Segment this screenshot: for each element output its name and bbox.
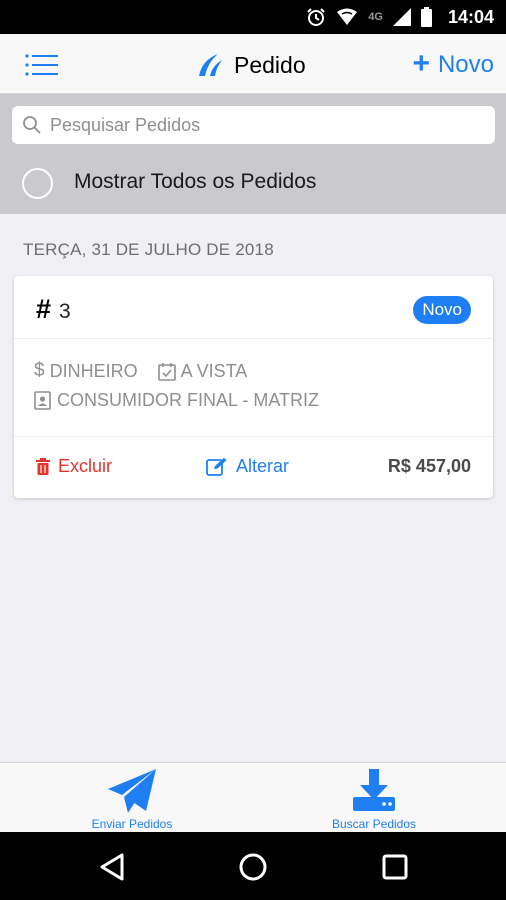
- edit-label: Alterar: [236, 456, 290, 476]
- signal-icon: [392, 8, 411, 26]
- app-logo-icon: [199, 54, 222, 76]
- dollar-icon: $: [34, 360, 45, 381]
- payment-terms: A VISTA: [157, 360, 248, 382]
- list-menu-icon: [25, 54, 58, 76]
- new-order-button[interactable]: + Novo: [412, 47, 494, 80]
- show-all-radio[interactable]: [22, 168, 53, 199]
- order-payment-row: $ DINHEIRO A VISTA: [34, 360, 261, 382]
- header-title: Pedido: [196, 50, 306, 80]
- search-input[interactable]: [50, 114, 470, 136]
- android-nav-bar: [0, 832, 506, 900]
- status-bar: 4G 14:04: [0, 0, 506, 34]
- wifi-icon: [337, 8, 358, 25]
- order-card[interactable]: # 3 Novo $ DINHEIRO A VISTA CONSUMIDOR F…: [14, 276, 493, 498]
- home-icon: [239, 853, 267, 881]
- trash-icon: [36, 458, 50, 475]
- new-order-label: Novo: [437, 51, 494, 78]
- show-all-label: Mostrar Todos os Pedidos: [74, 170, 317, 193]
- order-actions: Excluir Alterar R$ 457,00: [14, 436, 493, 498]
- delete-label: Excluir: [58, 456, 113, 476]
- back-icon: [100, 853, 124, 881]
- tab-send-orders[interactable]: Enviar Pedidos: [52, 767, 212, 831]
- contact-card-icon: [34, 391, 51, 410]
- tab-fetch-label: Buscar Pedidos: [331, 817, 417, 831]
- plus-icon: +: [412, 47, 430, 80]
- home-button[interactable]: [236, 850, 270, 884]
- calendar-check-icon: [157, 362, 176, 381]
- paper-plane-icon: [108, 769, 156, 813]
- order-number-value: 3: [59, 300, 71, 323]
- customer-name: CONSUMIDOR FINAL - MATRIZ: [57, 390, 319, 410]
- order-customer-row: CONSUMIDOR FINAL - MATRIZ: [34, 390, 319, 411]
- search-section: Mostrar Todos os Pedidos: [0, 94, 506, 214]
- hash-icon: #: [36, 294, 52, 324]
- date-group-header: TERÇA, 31 DE JULHO DE 2018: [23, 240, 274, 259]
- search-box[interactable]: [12, 106, 495, 144]
- show-all-toggle[interactable]: Mostrar Todos os Pedidos: [0, 152, 506, 214]
- alarm-icon: [307, 8, 325, 26]
- battery-icon: [420, 7, 432, 27]
- search-icon: [23, 116, 41, 134]
- delete-order-button[interactable]: Excluir: [36, 456, 112, 477]
- bottom-tab-bar: Enviar Pedidos Buscar Pedidos: [0, 762, 506, 832]
- recents-icon: [382, 854, 408, 880]
- recents-button[interactable]: [378, 850, 412, 884]
- status-badge: Novo: [413, 296, 471, 324]
- payment-method: $ DINHEIRO: [34, 360, 138, 382]
- order-number: # 3: [36, 294, 71, 325]
- page-title: Pedido: [234, 51, 306, 78]
- back-button[interactable]: [96, 850, 130, 884]
- app-header: Pedido + Novo: [0, 34, 506, 94]
- network-type: 4G: [368, 11, 383, 23]
- payment-method-label: DINHEIRO: [49, 360, 138, 381]
- menu-button[interactable]: [24, 52, 60, 78]
- tab-send-label: Enviar Pedidos: [91, 817, 173, 831]
- clock: 14:04: [447, 6, 494, 27]
- payment-terms-label: A VISTA: [180, 360, 248, 381]
- tab-fetch-orders[interactable]: Buscar Pedidos: [294, 767, 454, 831]
- download-icon: [353, 769, 395, 811]
- status-icons: 4G 14:04: [306, 0, 494, 34]
- order-total: R$ 457,00: [387, 456, 471, 476]
- divider: [14, 338, 493, 339]
- edit-order-button[interactable]: Alterar: [206, 456, 289, 477]
- edit-icon: [206, 457, 227, 476]
